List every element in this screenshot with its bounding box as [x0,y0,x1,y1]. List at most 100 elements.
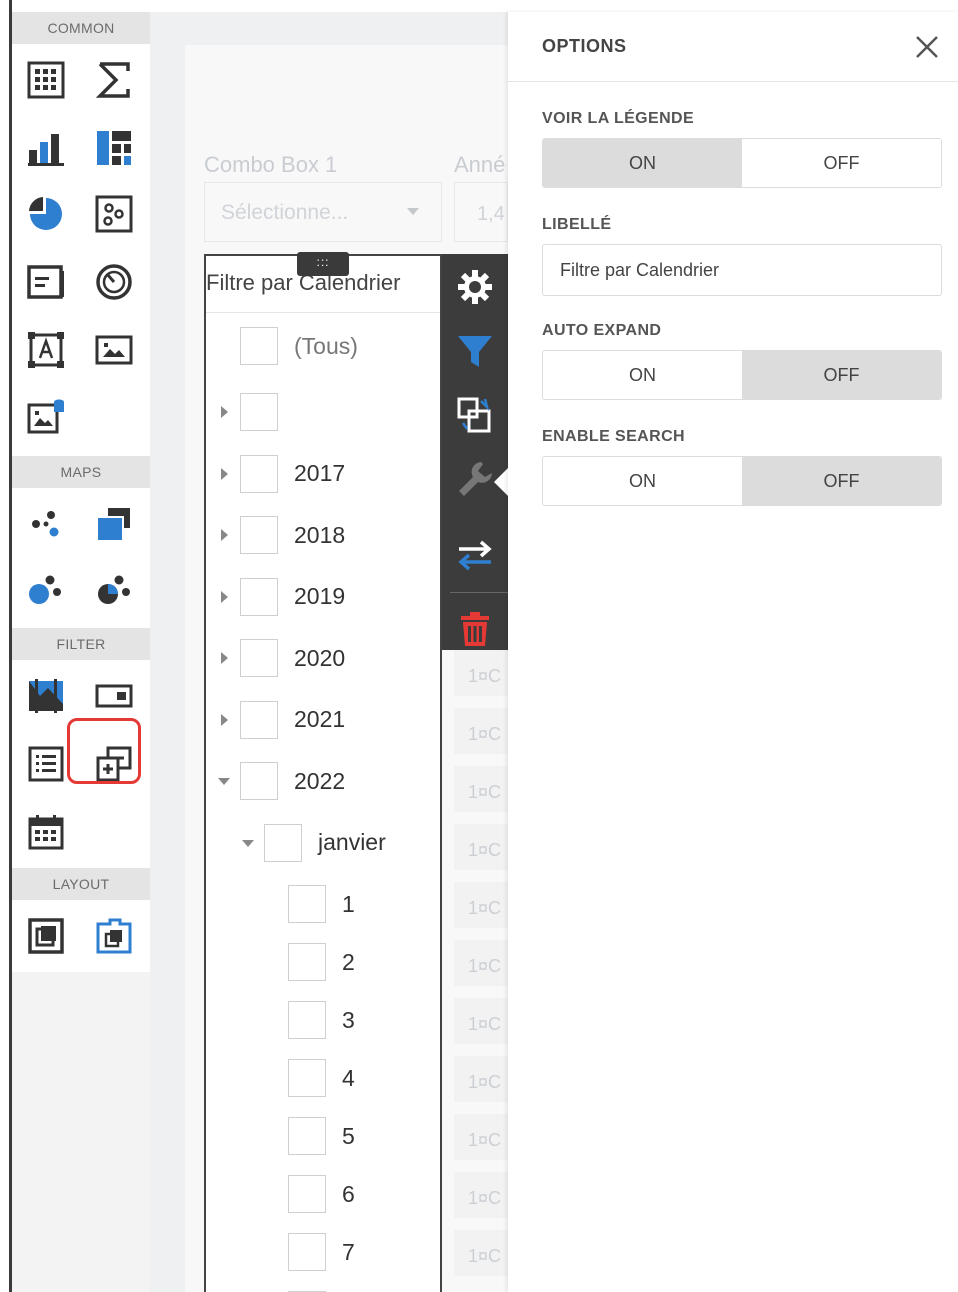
checkbox[interactable] [288,1233,326,1271]
tree-node-label: (Tous) [294,332,358,359]
tree-node-label: 2 [342,948,355,975]
grid-cell: 1¤C [454,650,508,702]
tree-node[interactable]: janvier [242,823,386,863]
dashboard-designer: COMMON MAPS FILTER LAYOUT Combo Box 1 Sé… [0,0,958,1292]
gauge-icon[interactable] [92,260,136,304]
checkbox[interactable] [288,1001,326,1039]
tree-node[interactable]: 4 [288,1058,355,1098]
checkbox[interactable] [240,762,278,800]
toolbar-separator [450,592,508,593]
caption-label: LIBELLÉ [542,216,612,233]
expand-right-icon[interactable] [221,652,228,664]
show-legend-off[interactable]: OFF [742,139,941,187]
expand-right-icon[interactable] [221,467,228,480]
checkbox[interactable] [288,885,326,923]
caption-input[interactable]: Filtre par Calendrier [542,244,942,296]
tree-node[interactable]: 3 [288,1000,355,1040]
checkbox[interactable] [288,1059,326,1097]
pie-map-icon[interactable] [92,568,136,612]
grid-background: 1¤C 1¤C 1¤C 1¤C 1¤C 1¤C 1¤C 1¤C 1¤C 1¤C 1¤C [454,650,508,1292]
enable-search-off[interactable]: OFF [742,457,941,505]
tree-node[interactable]: 7 [288,1232,355,1272]
image-icon[interactable] [92,328,136,372]
group-icon[interactable] [24,914,68,958]
item-toolbar [442,254,508,650]
auto-expand-label: AUTO EXPAND [542,322,662,339]
gear-icon[interactable] [442,256,508,318]
range-filter-icon[interactable] [24,674,68,718]
tree-node[interactable]: 2017 [221,454,345,494]
grid-icon[interactable] [24,58,68,102]
annee-caption: Anné [454,152,506,177]
tree-node-label: 5 [342,1122,355,1149]
swap-icon[interactable] [442,524,508,586]
annee-box[interactable]: 1,4 [454,182,508,242]
show-legend-on[interactable]: ON [543,139,742,187]
window-edge [0,0,12,1292]
checkbox[interactable] [240,327,278,365]
tree-node[interactable]: 2021 [221,700,346,740]
convert-icon[interactable] [442,384,508,446]
filter-icon[interactable] [442,320,508,382]
checkbox[interactable] [264,823,302,862]
choropleth-map-icon[interactable] [92,502,136,546]
expand-right-icon[interactable] [221,406,228,418]
options-panel: OPTIONS VOIR LA LÉGENDE ON OFF LIBELLÉ F… [508,12,958,1292]
list-box-icon[interactable] [24,742,68,786]
tree-node-all[interactable]: (Tous) [240,326,358,366]
bar-chart-icon[interactable] [24,126,68,170]
tree-node[interactable]: 2019 [221,577,345,617]
checkbox[interactable] [240,639,278,677]
tree-node-label: 2021 [294,706,346,732]
tree-view-item[interactable]: Filtre par Calendrier (Tous) 2017 2018 201… [204,254,442,1292]
tree-node[interactable]: 2020 [221,638,345,678]
section-header-maps: MAPS [12,456,150,488]
expand-right-icon[interactable] [221,529,228,541]
card-icon[interactable] [24,260,68,304]
section-header-common: COMMON [12,12,150,44]
toolbox: COMMON MAPS FILTER LAYOUT [12,12,150,1292]
checkbox[interactable] [288,1117,326,1155]
expand-down-icon[interactable] [218,778,230,785]
section-maps [12,488,150,628]
tree-node[interactable]: 6 [288,1174,355,1214]
bubble-map-icon[interactable] [24,568,68,612]
bound-image-icon[interactable] [24,394,68,438]
combo-box-icon[interactable] [92,674,136,718]
auto-expand-on[interactable]: ON [543,351,742,399]
tab-container-icon[interactable] [92,914,136,958]
tree-node[interactable] [221,392,294,432]
toolbar-pointer [494,468,508,496]
tree-node[interactable]: 2018 [221,515,345,555]
tree-node[interactable]: 5 [288,1116,355,1156]
checkbox[interactable] [240,577,278,616]
checkbox[interactable] [288,943,326,981]
tree-node[interactable]: 1 [288,884,355,924]
tree-node[interactable]: 2022 [218,761,345,801]
grid-cell: 1¤C [454,1114,508,1166]
checkbox[interactable] [240,393,278,431]
enable-search-on[interactable]: ON [543,457,742,505]
text-box-icon[interactable] [24,328,68,372]
date-filter-icon[interactable] [24,810,68,854]
caption-divider [206,312,440,313]
expand-right-icon[interactable] [221,590,228,603]
auto-expand-off[interactable]: OFF [742,351,941,399]
checkbox[interactable] [288,1175,326,1213]
pie-chart-icon[interactable] [24,192,68,236]
drag-handle[interactable]: ::: [297,252,349,276]
sum-icon[interactable] [92,58,136,102]
combo-box[interactable]: Sélectionne... [204,182,442,242]
geo-point-map-icon[interactable] [24,502,68,546]
show-legend-toggle: ON OFF [542,138,942,188]
expand-down-icon[interactable] [242,839,254,847]
close-icon[interactable] [912,32,942,62]
tree-node[interactable]: 2 [288,942,355,982]
scatter-icon[interactable] [92,192,136,236]
section-header-layout: LAYOUT [12,868,150,900]
checkbox[interactable] [240,700,278,739]
treemap-icon[interactable] [92,126,136,170]
expand-right-icon[interactable] [221,713,228,726]
checkbox[interactable] [240,454,278,493]
checkbox[interactable] [240,516,278,554]
